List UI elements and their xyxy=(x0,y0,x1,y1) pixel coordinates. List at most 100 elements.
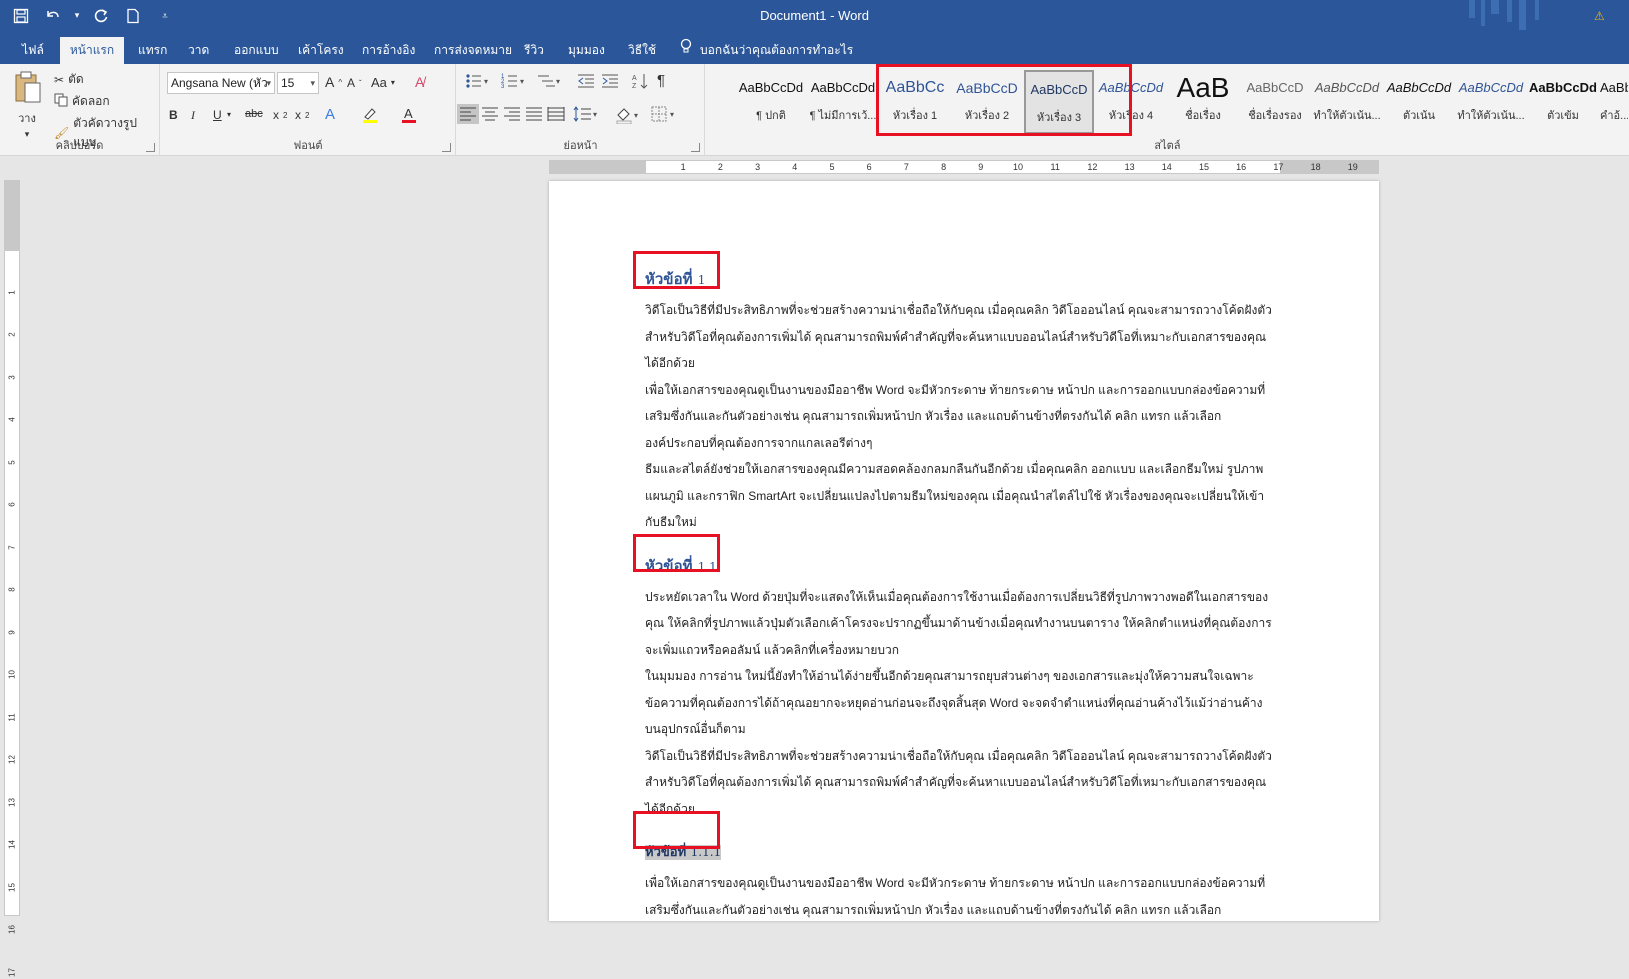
cut-button[interactable]: ✂ ตัด xyxy=(54,70,84,89)
vruler-mark: 13 xyxy=(7,797,17,807)
style-preview: AaBbCcDd xyxy=(1386,80,1452,95)
underline-icon[interactable]: U xyxy=(213,108,222,122)
line-spacing-icon[interactable]: ▾ xyxy=(573,106,599,122)
style-title[interactable]: AaB ชื่อเรื่อง xyxy=(1168,70,1238,134)
numbering-icon[interactable]: 1 2 3 ▾ xyxy=(501,72,527,90)
style-name: คำอ้... xyxy=(1600,110,1628,122)
bullets-icon[interactable]: ▾ xyxy=(465,72,491,90)
italic-icon[interactable]: I xyxy=(191,108,195,123)
clear-formatting-icon[interactable]: A̸ xyxy=(415,74,424,90)
vruler-mark: 6 xyxy=(7,502,17,507)
bold-icon[interactable]: B xyxy=(169,108,178,122)
style-preview: AaBbCcDd xyxy=(738,80,804,95)
text-effects-icon[interactable]: A xyxy=(325,106,335,123)
tab-layout[interactable]: เค้าโครง xyxy=(290,37,352,64)
copy-icon xyxy=(54,93,68,110)
align-center-icon[interactable] xyxy=(481,106,499,122)
style-quote[interactable]: AaBbCcDd คำอ้... xyxy=(1600,70,1628,134)
decrease-indent-icon[interactable] xyxy=(577,72,595,90)
font-launcher-icon[interactable] xyxy=(442,143,451,152)
style-normal[interactable]: AaBbCcDd ¶ ปกติ xyxy=(736,70,806,134)
tab-file[interactable]: ไฟล์ xyxy=(14,37,52,64)
style-emphasis[interactable]: AaBbCcDd ตัวเน้น xyxy=(1384,70,1454,134)
show-formatting-marks-icon[interactable]: ¶ xyxy=(657,72,665,89)
tab-design[interactable]: ออกแบบ xyxy=(226,37,287,64)
tab-mailings[interactable]: การส่งจดหมาย xyxy=(426,37,520,64)
tab-references[interactable]: การอ้างอิง xyxy=(354,37,423,64)
tab-view[interactable]: มุมมอง xyxy=(560,37,613,64)
font-name-box[interactable]: Angsana New (หัว ▾ xyxy=(167,72,275,94)
font-size-box[interactable]: 15 ▾ xyxy=(277,72,319,94)
thai-distributed-icon[interactable] xyxy=(547,106,565,122)
vruler-mark: 16 xyxy=(7,925,17,934)
heading-1-highlight xyxy=(633,251,720,289)
tab-draw[interactable]: วาด xyxy=(180,37,217,64)
style-preview: AaBbCcDd xyxy=(1314,80,1380,95)
svg-text:⚠: ⚠ xyxy=(1594,9,1605,23)
font-name-dropdown-icon[interactable]: ▾ xyxy=(266,73,271,93)
shrink-font-icon[interactable]: Aˇ xyxy=(347,76,362,90)
style-subtitle[interactable]: AaBbCcD ชื่อเรื่องรอง xyxy=(1240,70,1310,134)
multilevel-list-icon[interactable]: ▾ xyxy=(537,72,563,90)
change-case-button[interactable]: Aa ▾ xyxy=(371,75,395,90)
underline-dropdown-icon[interactable]: ▾ xyxy=(227,110,231,119)
tab-help[interactable]: วิธีใช้ xyxy=(620,37,664,64)
sort-icon[interactable]: AZ xyxy=(631,72,649,90)
style-preview: AaBbCcDd xyxy=(1600,80,1628,95)
paragraph-line: ได้อีกด้วย xyxy=(645,801,695,816)
superscript-icon[interactable]: x2 xyxy=(295,108,309,122)
shading-icon[interactable]: ▾ xyxy=(615,106,641,124)
vruler-mark: 12 xyxy=(7,755,17,764)
ruler-mark: 9 xyxy=(978,162,984,172)
ruler-mark: 12 xyxy=(1087,162,1098,172)
vruler-mark: 17 xyxy=(7,967,17,977)
vruler-top-margin xyxy=(5,181,19,251)
font-size-dropdown-icon[interactable]: ▾ xyxy=(310,73,315,93)
tab-review[interactable]: รีวิว xyxy=(516,37,552,64)
font-color-icon[interactable]: A xyxy=(401,106,417,124)
paragraph-block-3[interactable]: เพื่อให้เอกสารของคุณดูเป็นงานของมืออาชีพ… xyxy=(645,870,1285,923)
paragraph-line: ได้อีกด้วย xyxy=(645,356,695,370)
ruler-row: 1 2 3 4 5 6 7 8 9 10 11 12 13 14 15 16 17 18 19 xyxy=(0,157,1629,177)
style-name: ทำให้ตัวเน้น... xyxy=(1457,110,1525,122)
clipboard-launcher-icon[interactable] xyxy=(146,143,155,152)
ruler-right-margin xyxy=(1280,161,1378,173)
ruler-mark: 14 xyxy=(1161,162,1172,172)
justify-icon[interactable] xyxy=(525,106,543,122)
align-left-icon[interactable] xyxy=(457,104,479,124)
document-content[interactable]: หัวข้อที่ 1 วิดีโอเป็นวิธีที่มีประสิทธิภ… xyxy=(645,261,1285,923)
align-right-icon[interactable] xyxy=(503,106,521,122)
paragraph-block-1[interactable]: วิดีโอเป็นวิธีที่มีประสิทธิภาพที่จะช่วยส… xyxy=(645,297,1285,536)
grow-font-icon[interactable]: A ^ xyxy=(325,74,342,90)
paragraph-block-2[interactable]: ประหยัดเวลาใน Word ด้วยปุ่มที่จะแสดงให้เ… xyxy=(645,584,1285,823)
heading-1[interactable]: หัวข้อที่ 1 xyxy=(645,261,1285,297)
style-intense-emphasis[interactable]: AaBbCcDd ทำให้ตัวเน้น... xyxy=(1456,70,1526,134)
style-strong[interactable]: AaBbCcDd ตัวเข้ม xyxy=(1528,70,1598,134)
vertical-ruler[interactable]: 1 2 3 4 5 6 7 8 9 10 11 12 13 14 15 16 17 xyxy=(4,180,20,976)
heading-2[interactable]: หัวข้อที่ 1.1 xyxy=(645,548,1285,584)
horizontal-ruler[interactable]: 1 2 3 4 5 6 7 8 9 10 11 12 13 14 15 16 17 18 19 xyxy=(549,160,1379,174)
subscript-icon[interactable]: x2 xyxy=(273,108,287,122)
heading-3[interactable]: หัวข้อที่ 1.1.1 xyxy=(645,834,1285,870)
paste-button[interactable]: วาง ▾ xyxy=(12,70,42,140)
highlight-color-icon[interactable] xyxy=(361,106,379,124)
strikethrough-icon[interactable]: abc xyxy=(245,108,263,120)
copy-button[interactable]: คัดลอก xyxy=(54,92,110,111)
style-subtle-emphasis[interactable]: AaBbCcDd ทำให้ตัวเน้น... xyxy=(1312,70,1382,134)
paragraph-launcher-icon[interactable] xyxy=(691,143,700,152)
increase-indent-icon[interactable] xyxy=(601,72,619,90)
borders-icon[interactable]: ▾ xyxy=(651,106,677,122)
ruler-mark: 6 xyxy=(866,162,872,172)
vruler-mark: 11 xyxy=(7,712,17,722)
svg-text:Z: Z xyxy=(632,83,637,90)
tab-home[interactable]: หน้าแรก xyxy=(60,37,124,64)
tell-me-box[interactable]: บอกฉันว่าคุณต้องการทำอะไร xyxy=(680,37,853,64)
ribbon-tabs: ไฟล์ หน้าแรก แทรก วาด ออกแบบ เค้าโครง กา… xyxy=(0,32,1629,64)
document-page[interactable]: หัวข้อที่ 1 วิดีโอเป็นวิธีที่มีประสิทธิภ… xyxy=(549,181,1379,921)
paragraph-line: เพื่อให้เอกสารของคุณดูเป็นงานของมืออาชีพ… xyxy=(645,876,1266,890)
clipboard-group-label: คลิปบอร์ด xyxy=(55,140,104,152)
tab-insert[interactable]: แทรก xyxy=(130,37,175,64)
title-bar: ▾ ⩡ Document1 - Word ⚠ xyxy=(0,0,1629,32)
style-no-spacing[interactable]: AaBbCcDd ¶ ไม่มีการเว้... xyxy=(808,70,878,134)
paragraph-line: แผนภูมิ และกราฟิก SmartArt จะเปลี่ยนแปลง… xyxy=(645,488,1265,503)
